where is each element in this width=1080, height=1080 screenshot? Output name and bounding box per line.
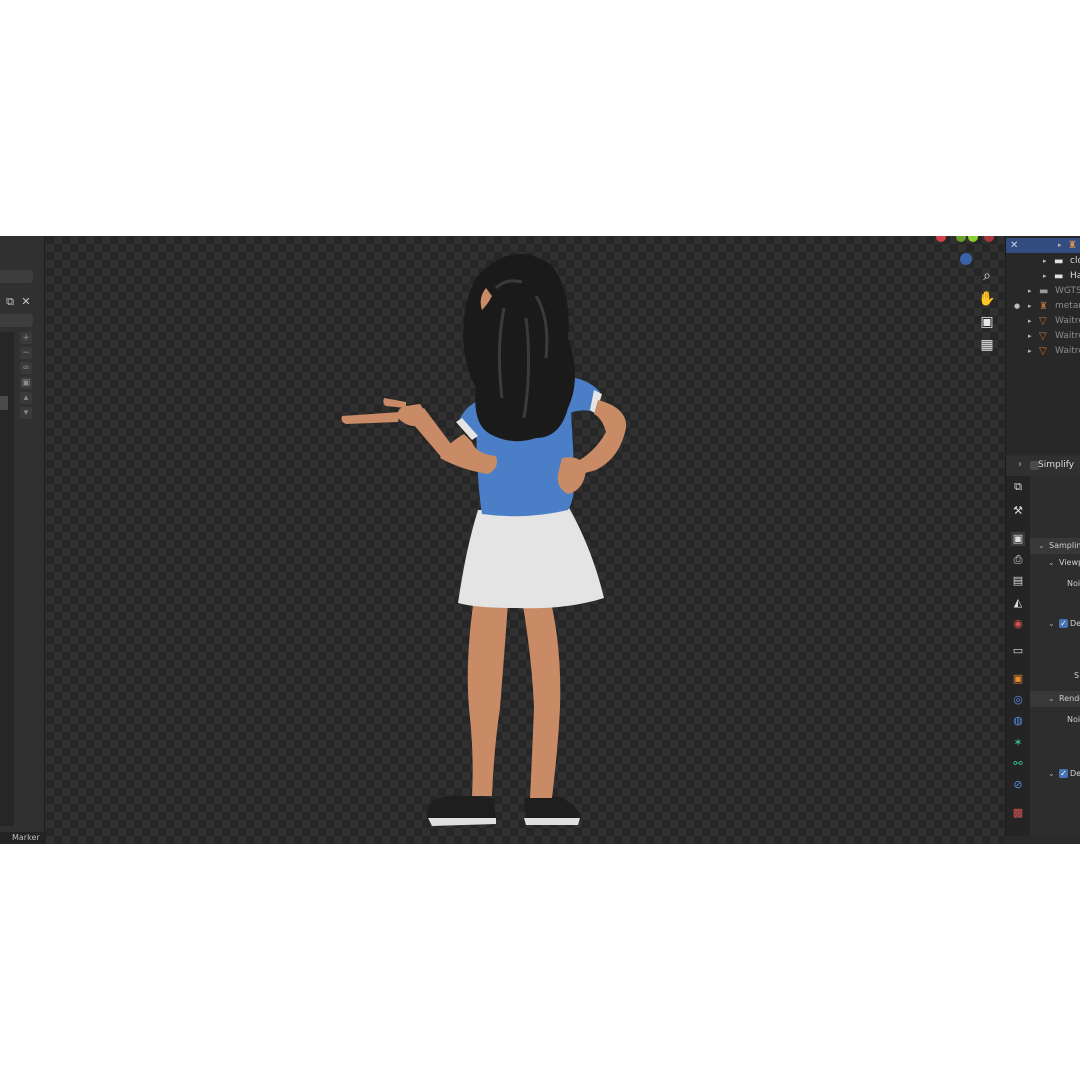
expand-arrow[interactable]: ▸: [1043, 269, 1047, 284]
sampling-panel[interactable]: ⌄ Sampling: [1030, 538, 1080, 554]
samples-field[interactable]: S: [1030, 668, 1080, 684]
texture-icon[interactable]: ▩: [1011, 806, 1025, 820]
expand-arrow[interactable]: ▸: [1028, 344, 1032, 359]
move-down-icon[interactable]: ▾: [20, 407, 32, 419]
camera-icon[interactable]: ▣: [978, 313, 996, 331]
viewport-subpanel[interactable]: ⌄ Viewp: [1030, 555, 1080, 571]
chevron-right-icon[interactable]: ›: [1018, 459, 1022, 470]
timeline-strip: Marker: [0, 832, 46, 844]
render-denoise-checkbox[interactable]: ✓: [1059, 769, 1068, 778]
collection-icon: ▬: [1054, 271, 1064, 282]
properties-content: ⌄ Sampling ⌄ Viewp Nois ⌄ ✓ De S ⌄ Rende: [1030, 476, 1080, 844]
physics-icon[interactable]: ✶: [1011, 736, 1025, 750]
move-up-icon[interactable]: ▴: [20, 392, 32, 404]
expand-arrow[interactable]: ▸: [1028, 284, 1032, 299]
save-icon[interactable]: ▣: [20, 377, 32, 389]
gizmo-x-axis[interactable]: [936, 236, 946, 242]
mesh-icon: ▽: [1039, 331, 1047, 342]
denoise-subpanel[interactable]: ⌄ ✓ De: [1030, 616, 1080, 632]
marker-menu[interactable]: Marker: [12, 833, 40, 842]
gizmo-neg-axis[interactable]: [984, 236, 994, 242]
editor-type-icon[interactable]: ⧉: [1011, 480, 1025, 494]
expand-arrow[interactable]: ▸: [1028, 299, 1032, 314]
denoise-checkbox[interactable]: ✓: [1059, 619, 1068, 628]
output-icon[interactable]: ⎙: [1011, 553, 1025, 567]
tool-icon[interactable]: ⚒: [1011, 504, 1025, 518]
armature-icon: ♜: [1039, 301, 1048, 312]
outliner-row[interactable]: ▸ ▽ Waitre: [1006, 314, 1080, 329]
mesh-icon: ▽: [1039, 316, 1047, 327]
gizmo-blue-axis[interactable]: [960, 253, 972, 265]
render-icon[interactable]: ▣: [1011, 532, 1025, 546]
collection-icon[interactable]: ▭: [1011, 644, 1025, 658]
view-layer-icon[interactable]: ▤: [1011, 574, 1025, 588]
render-subpanel[interactable]: ⌄ Rende: [1030, 691, 1080, 707]
armature-icon: ♜: [1068, 240, 1077, 251]
panel-list-buttons: + − ∞ ▣ ▴ ▾: [20, 332, 34, 422]
panel-dropdown[interactable]: [0, 270, 33, 283]
expand-arrow[interactable]: ▸: [1028, 314, 1032, 329]
remove-icon[interactable]: −: [20, 347, 32, 359]
hand-pan-icon[interactable]: ✋: [978, 290, 996, 308]
armature-icon: ✕: [1010, 240, 1019, 251]
scene-icon[interactable]: ◭: [1011, 596, 1025, 610]
outliner-row-active[interactable]: ✕ ▸ ♜: [1006, 238, 1080, 253]
outliner-row[interactable]: ▸ ▬ clo: [1006, 254, 1080, 269]
panel-text-field[interactable]: [0, 314, 33, 327]
collection-icon: ▬: [1039, 286, 1049, 297]
collection-icon: ▬: [1054, 256, 1064, 267]
copy-icon[interactable]: ⧉: [4, 296, 16, 308]
properties-tabs: ⧉ ⚒ ▣ ⎙ ▤ ◭ ◉ ▭ ▣ ◎ ◍ ✶ ⚯ ⊘ ▩: [1006, 476, 1030, 844]
expand-arrow[interactable]: ▸: [1043, 254, 1047, 269]
outliner: ✕ ▸ ♜ ▸ ▬ clo ▸ ▬ Ha ▸ ▬ WGTS_ ● ▸ ♜ met…: [1005, 236, 1080, 454]
gizmo-y-axis[interactable]: [956, 236, 966, 242]
simplify-label[interactable]: Simplify: [1038, 460, 1074, 470]
add-icon[interactable]: +: [20, 332, 32, 344]
render-noise-field[interactable]: Nois: [1030, 712, 1080, 728]
mesh-icon: ▽: [1039, 346, 1047, 357]
modifier-icon[interactable]: ◎: [1011, 693, 1025, 707]
render-denoise-subpanel[interactable]: ⌄ ✓ De: [1030, 766, 1080, 782]
grid-icon[interactable]: ▦: [978, 336, 996, 354]
outliner-row[interactable]: ▸ ▽ Waitre: [1006, 329, 1080, 344]
panel-icon-row: ⧉ ✕: [4, 296, 32, 308]
close-icon[interactable]: ✕: [20, 296, 32, 308]
shoes: [426, 795, 580, 826]
character-render: [341, 253, 627, 826]
gizmo-z-axis[interactable]: [968, 236, 978, 242]
zoom-icon[interactable]: ⌕: [978, 267, 996, 285]
data-icon[interactable]: ⊘: [1011, 778, 1025, 792]
particles-icon[interactable]: ◍: [1011, 714, 1025, 728]
expand-arrow[interactable]: ▸: [1058, 238, 1062, 253]
constraints-icon[interactable]: ⚯: [1011, 757, 1025, 771]
blender-window: ⧉ ✕ + − ∞ ▣ ▴ ▾ Marker ⌕ ✋ ▣ ▦ ✕ ▸ ♜ ▸ ▬…: [0, 236, 1080, 844]
legs: [467, 598, 561, 798]
outliner-row[interactable]: ▸ ▽ Waitre: [1006, 344, 1080, 359]
left-side-panel: ⧉ ✕ + − ∞ ▣ ▴ ▾ Marker: [0, 236, 46, 844]
visibility-dot-icon[interactable]: ●: [1014, 299, 1020, 314]
outliner-row[interactable]: ▸ ▬ Ha: [1006, 269, 1080, 284]
noise-threshold-field[interactable]: Nois: [1030, 576, 1080, 592]
panel-list-selection[interactable]: [0, 396, 8, 410]
object-icon[interactable]: ▣: [1011, 672, 1025, 686]
properties-editor: ⧉ ⚒ ▣ ⎙ ▤ ◭ ◉ ▭ ▣ ◎ ◍ ✶ ⚯ ⊘ ▩ ⌄ Sampling…: [1005, 476, 1080, 844]
expand-arrow[interactable]: ▸: [1028, 329, 1032, 344]
skirt: [458, 506, 604, 609]
world-icon[interactable]: ◉: [1011, 617, 1025, 631]
link-icon[interactable]: ∞: [20, 362, 32, 374]
status-strip: [1005, 836, 1080, 844]
outliner-row[interactable]: ● ▸ ♜ metar: [1006, 299, 1080, 314]
3d-viewport[interactable]: ⌕ ✋ ▣ ▦: [46, 236, 1004, 844]
properties-header: › Simplify: [1005, 456, 1080, 476]
outliner-row[interactable]: ▸ ▬ WGTS_: [1006, 284, 1080, 299]
